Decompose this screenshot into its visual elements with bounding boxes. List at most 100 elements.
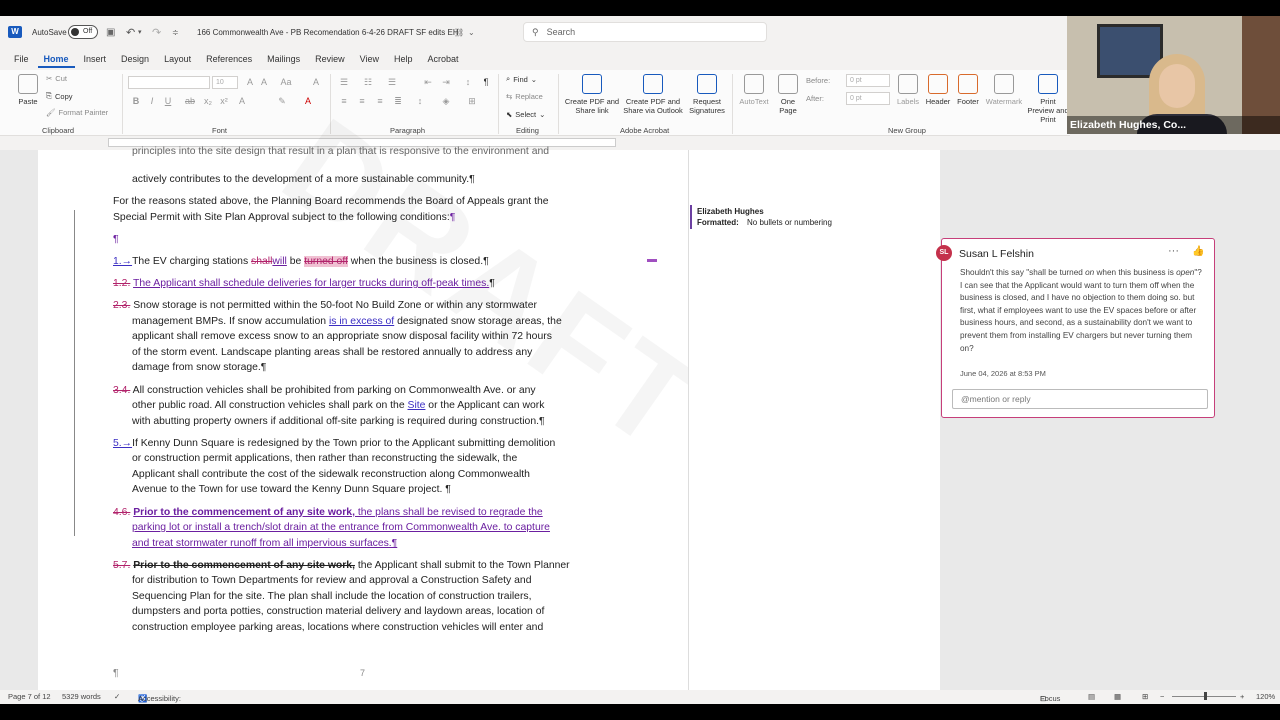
save-icon[interactable]: ▣ — [106, 16, 115, 48]
list-item-1: 1.→The EV charging stations shallwill be… — [113, 256, 489, 267]
chevron-down-icon: ⌄ — [539, 110, 546, 119]
clear-formatting-icon[interactable]: A — [310, 77, 322, 87]
tab-design[interactable]: Design — [115, 50, 155, 68]
document-title[interactable]: 166 Commonwealth Ave - PB Recomendation … — [197, 16, 459, 48]
cut-button[interactable]: ✂ Cut — [46, 74, 67, 83]
redo-icon[interactable]: ↷ — [152, 16, 161, 48]
request-signatures-button[interactable]: Request Signatures — [686, 74, 728, 115]
find-button[interactable]: ⌕ Find ⌄ — [506, 74, 537, 84]
header-button[interactable]: Header — [924, 74, 952, 106]
paste-button[interactable]: Paste — [14, 74, 42, 106]
like-icon[interactable]: 👍 — [1192, 246, 1204, 257]
justify-icon[interactable]: ≣ — [392, 96, 404, 107]
create-pdf-share-link-button[interactable]: Create PDF and Share link — [564, 74, 620, 115]
comment-card[interactable]: SL Susan L Felshin ··· 👍 Shouldn't this … — [936, 238, 1215, 418]
align-right-icon[interactable]: ≡ — [374, 96, 386, 106]
labels-button[interactable]: Labels — [896, 74, 920, 106]
font-size-select[interactable]: 10 — [212, 76, 238, 89]
footer-icon — [958, 74, 978, 94]
increase-indent-icon[interactable]: ⇥ — [440, 77, 452, 88]
search-box[interactable]: ⚲ Search — [523, 22, 767, 42]
show-formatting-icon[interactable]: ¶ — [480, 77, 492, 87]
balloon-author: Elizabeth Hughes — [697, 207, 764, 216]
undo-icon[interactable]: ↶ — [126, 16, 135, 48]
pdf-icon — [582, 74, 602, 94]
document-canvas: DRAFT principles into the site design th… — [0, 90, 1280, 690]
change-case-icon[interactable]: Aa — [280, 77, 292, 87]
customize-toolbar-icon[interactable]: ≑ — [172, 16, 179, 48]
tab-mailings[interactable]: Mailings — [261, 50, 306, 68]
replace-button[interactable]: ⇆ Replace — [506, 92, 543, 101]
bullets-icon[interactable]: ☰ — [338, 77, 350, 88]
font-group-label: Font — [212, 126, 228, 135]
tab-view[interactable]: View — [354, 50, 385, 68]
watermark-button[interactable]: Watermark — [984, 74, 1024, 106]
title-dropdown-icon[interactable]: ⌄ — [468, 16, 475, 48]
font-name-select[interactable] — [128, 76, 210, 89]
text-line: with abutting property owners if additio… — [132, 416, 545, 427]
tab-file[interactable]: File — [8, 50, 35, 68]
text-effects-icon[interactable]: A — [236, 96, 248, 106]
line-spacing-icon[interactable]: ↕ — [414, 96, 426, 106]
zoom-out-icon[interactable]: − — [1160, 692, 1164, 701]
page-icon — [778, 74, 798, 94]
superscript-icon[interactable]: x² — [218, 96, 230, 106]
sort-icon[interactable]: ↕ — [462, 77, 474, 87]
text-line: or construction permit applications, the… — [132, 453, 518, 464]
font-color-icon[interactable]: A — [302, 96, 314, 106]
spacing-after-input[interactable]: 0 pt — [846, 92, 890, 105]
create-pdf-outlook-button[interactable]: Create PDF and Share via Outlook — [622, 74, 684, 115]
autosave-toggle[interactable]: Off — [68, 25, 98, 39]
chevron-down-icon: ⌄ — [530, 74, 538, 84]
multilevel-list-icon[interactable]: ☰ — [386, 77, 398, 88]
numbering-icon[interactable]: ☷ — [362, 77, 374, 88]
spacing-before-input[interactable]: 0 pt — [846, 74, 890, 87]
print-preview-button[interactable]: Print Preview and Print — [1026, 74, 1070, 124]
empty-paragraph-mark: ¶ — [113, 234, 119, 245]
grow-font-icon[interactable]: A — [244, 77, 256, 87]
shading-icon[interactable]: ◈ — [440, 96, 452, 107]
proofing-icon[interactable]: ✓ — [114, 692, 120, 701]
copy-button[interactable]: ⎘ Copy — [46, 91, 73, 101]
list-item-5: 5.→If Kenny Dunn Square is redesigned by… — [113, 438, 556, 449]
zoom-slider-handle[interactable] — [1204, 692, 1207, 700]
one-page-button[interactable]: One Page — [774, 74, 802, 115]
tab-references[interactable]: References — [200, 50, 258, 68]
header-icon — [928, 74, 948, 94]
zoom-level[interactable]: 120% — [1256, 692, 1275, 701]
read-mode-icon[interactable]: ▤ — [1088, 692, 1095, 701]
format-painter-button[interactable]: 🖌 Format Painter — [46, 108, 108, 117]
comment-marker-icon[interactable]: ▬ — [647, 254, 657, 265]
tab-layout[interactable]: Layout — [158, 50, 197, 68]
status-bar: Page 7 of 12 5329 words ✓ ♿ Accessibilit… — [0, 690, 1280, 704]
tab-home[interactable]: Home — [37, 50, 75, 68]
underline-icon[interactable]: U — [162, 96, 174, 106]
subscript-icon[interactable]: x₂ — [202, 96, 214, 106]
tab-insert[interactable]: Insert — [78, 50, 113, 68]
highlight-icon[interactable]: ✎ — [276, 96, 288, 107]
reply-input[interactable]: @mention or reply — [952, 389, 1208, 409]
video-participant-tile[interactable]: Elizabeth Hughes, Co... — [1067, 16, 1280, 134]
footer-button[interactable]: Footer — [954, 74, 982, 106]
markup-pane — [688, 150, 940, 690]
select-button[interactable]: ⬉ Select ⌄ — [506, 110, 545, 119]
web-layout-icon[interactable]: ⊞ — [1142, 692, 1148, 701]
word-count[interactable]: 5329 words — [62, 692, 101, 701]
tab-help[interactable]: Help — [388, 50, 419, 68]
decrease-indent-icon[interactable]: ⇤ — [422, 77, 434, 88]
text-line: of the storm event. Landscape planting a… — [132, 347, 533, 358]
autosave-label: AutoSave — [32, 27, 67, 37]
more-options-icon[interactable]: ··· — [1168, 245, 1179, 257]
page-count[interactable]: Page 7 of 12 — [8, 692, 51, 701]
autotext-button[interactable]: AutoText — [736, 74, 772, 106]
tab-review[interactable]: Review — [309, 50, 351, 68]
borders-icon[interactable]: ⊞ — [466, 96, 478, 107]
shrink-font-icon[interactable]: A — [258, 77, 270, 87]
bold-icon[interactable]: B — [130, 96, 142, 106]
italic-icon[interactable]: I — [146, 96, 158, 106]
print-layout-icon[interactable]: ▦ — [1114, 692, 1121, 701]
strikethrough-icon[interactable]: ab — [184, 96, 196, 106]
zoom-in-icon[interactable]: + — [1240, 692, 1244, 701]
undo-dropdown-icon[interactable]: ▾ — [138, 16, 142, 48]
tab-acrobat[interactable]: Acrobat — [422, 50, 465, 68]
